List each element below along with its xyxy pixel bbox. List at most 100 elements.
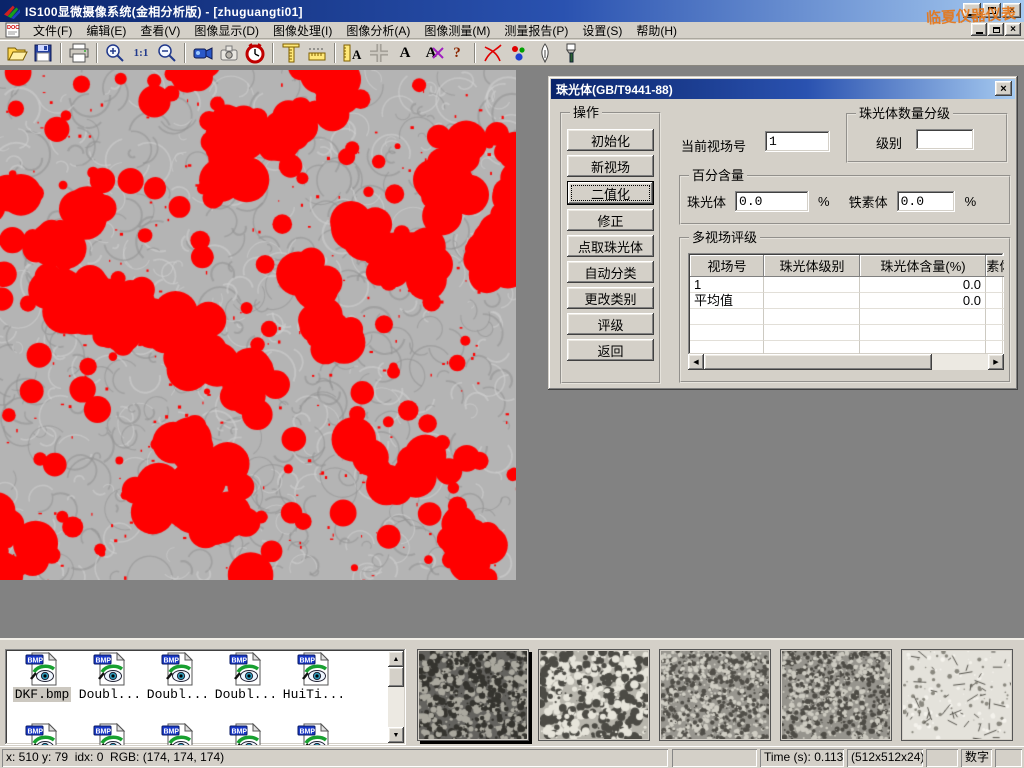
dialog-title-bar[interactable]: 珠光体(GB/T9441-88) × xyxy=(551,79,1015,99)
close-button[interactable]: × xyxy=(1003,3,1021,18)
menu-item[interactable]: 图像处理(I) xyxy=(266,23,339,39)
menu-item[interactable]: 图像显示(D) xyxy=(187,23,266,39)
table-cell xyxy=(764,341,860,355)
file-item[interactable]: BMP xyxy=(280,723,348,745)
menu-item[interactable]: 设置(S) xyxy=(575,23,629,39)
menu-item[interactable]: 文件(F) xyxy=(26,23,79,39)
zoom-out-button[interactable] xyxy=(154,41,180,65)
move-tool-button[interactable] xyxy=(366,41,392,65)
snapshot-button[interactable] xyxy=(216,41,242,65)
menu-bar: DOC 文件(F)编辑(E)查看(V)图像显示(D)图像处理(I)图像分析(A)… xyxy=(0,22,1024,39)
curve-measure-button[interactable] xyxy=(480,41,506,65)
op-button[interactable]: 二值化 xyxy=(567,181,654,205)
ferrite-percent-input[interactable] xyxy=(897,191,955,212)
bmp-file-icon: BMP xyxy=(297,723,331,745)
file-item[interactable]: BMPDKF.bmp xyxy=(8,652,76,702)
ruler-measure-button[interactable] xyxy=(304,41,330,65)
scroll-left-button[interactable]: ◀ xyxy=(688,354,704,370)
current-field-input[interactable] xyxy=(765,131,830,152)
op-button[interactable]: 自动分类 xyxy=(567,261,654,283)
op-button[interactable]: 更改类别 xyxy=(567,287,654,309)
op-button[interactable]: 修正 xyxy=(567,209,654,231)
caliper-measure-button[interactable] xyxy=(278,41,304,65)
child-close-button[interactable]: × xyxy=(1005,23,1021,36)
image-thumbnail[interactable] xyxy=(780,649,892,741)
file-item[interactable]: BMPDoubl... xyxy=(212,652,280,702)
pearlite-label: 珠光体 xyxy=(687,192,726,211)
scroll-right-button[interactable]: ▶ xyxy=(988,354,1004,370)
file-name: Doubl... xyxy=(77,687,143,702)
application-window: IS100显微摄像系统(金相分析版) - [zhuguangti01] × 临夏… xyxy=(0,0,1024,768)
file-list-scrollbar[interactable]: ▲ ▼ xyxy=(388,651,404,743)
child-restore-button[interactable] xyxy=(988,23,1004,36)
minimize-button[interactable] xyxy=(963,3,981,18)
table-row[interactable] xyxy=(690,325,1002,341)
file-item[interactable]: BMPDoubl... xyxy=(144,652,212,702)
image-size-status: (512x512x24) xyxy=(847,749,923,767)
document-icon[interactable]: DOC xyxy=(4,22,22,38)
op-button[interactable]: 点取珠光体 xyxy=(567,235,654,257)
op-button[interactable]: 新视场 xyxy=(567,155,654,177)
micrograph-image[interactable] xyxy=(0,70,516,580)
time-status: Time (s): 0.113 xyxy=(760,749,844,767)
pearlite-percent-input[interactable] xyxy=(735,191,809,212)
scroll-up-button[interactable]: ▲ xyxy=(388,651,404,667)
menu-item[interactable]: 查看(V) xyxy=(133,23,187,39)
bmp-file-icon: BMP xyxy=(161,652,195,686)
pen-tool-button[interactable] xyxy=(532,41,558,65)
file-item[interactable]: BMP xyxy=(144,723,212,745)
op-button[interactable]: 返回 xyxy=(567,339,654,361)
image-thumbnail[interactable] xyxy=(901,649,1013,741)
child-minimize-button[interactable] xyxy=(971,23,987,36)
annotate-measure-button[interactable]: A xyxy=(340,41,366,65)
menu-item[interactable]: 帮助(H) xyxy=(629,23,684,39)
help-button[interactable]: ? xyxy=(444,41,470,65)
brush-tool-button[interactable] xyxy=(558,41,584,65)
table-row[interactable]: 10.0 xyxy=(690,277,1002,293)
point-marker-button[interactable] xyxy=(506,41,532,65)
op-button[interactable]: 初始化 xyxy=(567,129,654,151)
image-thumbnail[interactable] xyxy=(659,649,771,741)
file-name: HuiTi... xyxy=(281,687,347,702)
table-row[interactable]: 平均值0.0 xyxy=(690,293,1002,309)
menu-item[interactable]: 图像分析(A) xyxy=(339,23,417,39)
scrollbar-track[interactable] xyxy=(932,354,988,370)
file-item[interactable]: BMPHuiTi... xyxy=(280,652,348,702)
save-button[interactable] xyxy=(30,41,56,65)
toolbar: 1:1 A A A ? xyxy=(0,40,1024,66)
image-thumbnail[interactable] xyxy=(538,649,650,741)
open-button[interactable] xyxy=(4,41,30,65)
video-capture-button[interactable] xyxy=(190,41,216,65)
scrollbar-thumb[interactable] xyxy=(388,667,404,687)
file-item[interactable]: BMP xyxy=(76,723,144,745)
dialog-close-button[interactable]: × xyxy=(995,81,1012,96)
op-button[interactable]: 评级 xyxy=(567,313,654,335)
text-tool-button[interactable]: A xyxy=(392,41,418,65)
menu-item[interactable]: 编辑(E) xyxy=(79,23,133,39)
svg-text:BMP: BMP xyxy=(232,658,248,665)
menu-item[interactable]: 测量报告(P) xyxy=(497,23,575,39)
table-horizontal-scrollbar[interactable]: ◀ ▶ xyxy=(688,354,1004,370)
table-cell: 1 xyxy=(690,277,764,293)
delete-text-button[interactable]: A xyxy=(418,41,444,65)
table-row[interactable] xyxy=(690,309,1002,325)
print-button[interactable] xyxy=(66,41,92,65)
menu-item[interactable]: 图像测量(M) xyxy=(417,23,497,39)
scrollbar-thumb[interactable] xyxy=(704,354,932,370)
actual-size-button[interactable]: 1:1 xyxy=(128,41,154,65)
restore-button[interactable] xyxy=(983,3,1001,18)
file-item[interactable]: BMPDoubl... xyxy=(76,652,144,702)
zoom-in-button[interactable] xyxy=(102,41,128,65)
grade-input[interactable] xyxy=(916,129,974,150)
bmp-file-icon: BMP xyxy=(229,723,263,745)
app-icon[interactable] xyxy=(3,3,21,19)
image-thumbnail[interactable] xyxy=(417,649,529,741)
toolbar-separator xyxy=(184,43,186,63)
scroll-down-button[interactable]: ▼ xyxy=(388,727,404,743)
svg-text:BMP: BMP xyxy=(28,658,44,665)
table-row[interactable] xyxy=(690,341,1002,355)
file-item[interactable]: BMP xyxy=(8,723,76,745)
timer-button[interactable] xyxy=(242,41,268,65)
grade-label: 级别 xyxy=(876,133,902,152)
file-item[interactable]: BMP xyxy=(212,723,280,745)
